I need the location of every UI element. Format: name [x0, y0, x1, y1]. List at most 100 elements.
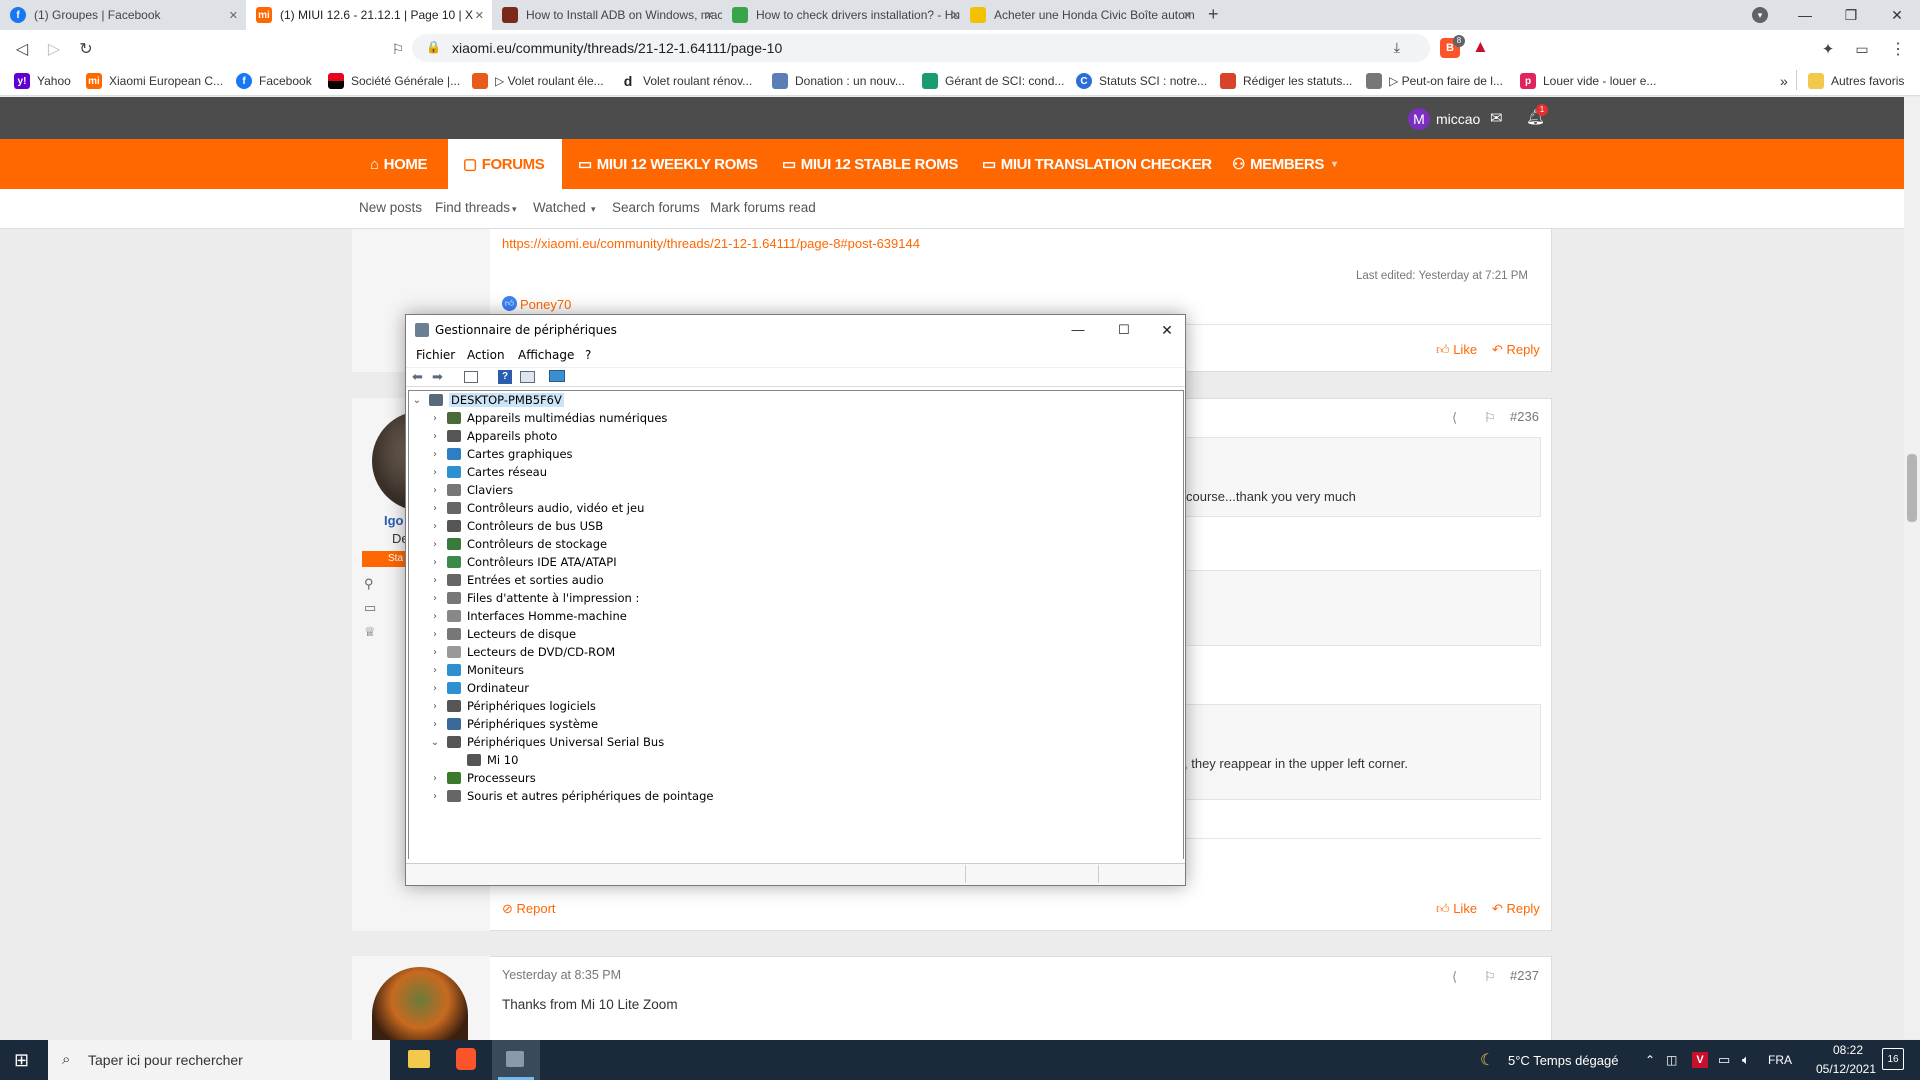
- bookmark-facebook[interactable]: f Facebook: [236, 71, 312, 91]
- minimize-button[interactable]: —: [1782, 0, 1828, 30]
- subnav-find-threads[interactable]: Find threads: [435, 200, 510, 215]
- back-button[interactable]: ◁: [10, 37, 34, 61]
- maximize-button[interactable]: ☐: [1104, 317, 1144, 343]
- notification-center-icon[interactable]: 16: [1882, 1048, 1904, 1070]
- tree-category[interactable]: › Cartes réseau: [429, 463, 547, 481]
- tree-category[interactable]: › Contrôleurs de bus USB: [429, 517, 603, 535]
- maximize-button[interactable]: ❐: [1828, 0, 1874, 30]
- properties-icon[interactable]: [464, 371, 478, 383]
- forward-button[interactable]: ▷: [42, 37, 66, 61]
- tree-category[interactable]: ⌄ Périphériques Universal Serial Bus: [429, 733, 664, 751]
- close-window-button[interactable]: ✕: [1874, 0, 1920, 30]
- tree-category[interactable]: › Lecteurs de disque: [429, 625, 576, 643]
- brave-icon[interactable]: [456, 1048, 476, 1070]
- tab-xiaomi[interactable]: mi (1) MIUI 12.6 - 21.12.1 | Page 10 | X…: [246, 0, 492, 30]
- post-number[interactable]: #237: [1510, 968, 1539, 983]
- tree-category[interactable]: › Appareils multimédias numériques: [429, 409, 667, 427]
- nav-members[interactable]: ⚇ MEMBERS ▾: [1232, 139, 1337, 189]
- back-icon[interactable]: ⬅: [412, 369, 423, 385]
- author-name[interactable]: Igo: [384, 513, 404, 528]
- close-button[interactable]: ✕: [1148, 317, 1186, 343]
- monitor-icon[interactable]: [549, 370, 565, 382]
- reload-button[interactable]: ↻: [74, 37, 98, 61]
- view-icon[interactable]: [520, 371, 535, 383]
- close-icon[interactable]: ✕: [229, 9, 238, 22]
- menu-icon[interactable]: ⋮: [1886, 37, 1910, 61]
- bookmark-donation[interactable]: Donation : un nouv...: [772, 71, 905, 91]
- tree-category[interactable]: › Contrôleurs de stockage: [429, 535, 607, 553]
- tree-category[interactable]: › Files d'attente à l'impression :: [429, 589, 639, 607]
- other-bookmarks[interactable]: Autres favoris: [1808, 71, 1904, 91]
- nav-home[interactable]: ⌂ HOME: [364, 139, 433, 189]
- tree-child-item[interactable]: Mi 10: [449, 751, 518, 769]
- tree-category[interactable]: › Interfaces Homme-machine: [429, 607, 627, 625]
- reply-button[interactable]: ↶ Reply: [1492, 901, 1540, 917]
- new-tab-button[interactable]: +: [1208, 4, 1219, 25]
- bookmark-rediger-statuts[interactable]: Rédiger les statuts...: [1220, 71, 1352, 91]
- tree-category[interactable]: › Souris et autres périphériques de point…: [429, 787, 713, 805]
- tree-category[interactable]: › Cartes graphiques: [429, 445, 573, 463]
- share-icon[interactable]: ⟨: [1452, 969, 1457, 985]
- minimize-button[interactable]: —: [1058, 317, 1098, 343]
- bookmark-gerant-sci[interactable]: Gérant de SCI: cond...: [922, 71, 1064, 91]
- taskbar-search[interactable]: ⌕ Taper ici pour rechercher: [48, 1040, 390, 1080]
- bookmark-icon[interactable]: ⚐: [386, 37, 410, 61]
- bookmark-xiaomi[interactable]: mi Xiaomi European C...: [86, 71, 223, 91]
- bookmark-societe-generale[interactable]: Société Générale |...: [328, 71, 460, 91]
- address-bar[interactable]: 🔒 xiaomi.eu/community/threads/21-12-1.64…: [412, 34, 1430, 62]
- tab-adb[interactable]: How to Install ADB on Windows, mac ✕: [492, 0, 722, 30]
- tree-category[interactable]: › Ordinateur: [429, 679, 529, 697]
- like-button[interactable]: 👍︎ Like: [1436, 342, 1477, 358]
- bookmark-peut-on[interactable]: ▷ Peut-on faire de l...: [1366, 71, 1503, 91]
- bookmarks-overflow-button[interactable]: »: [1780, 71, 1788, 91]
- volume-icon[interactable]: 🔈︎: [1742, 1040, 1750, 1080]
- bookmark-volet-electrique[interactable]: ▷ Volet roulant éle...: [472, 71, 604, 91]
- reaction-user[interactable]: Poney70: [520, 297, 571, 312]
- quoted-post-link[interactable]: https://xiaomi.eu/community/threads/21-1…: [502, 236, 920, 251]
- subnav-watched[interactable]: Watched: [533, 200, 586, 215]
- subnav-mark-read[interactable]: Mark forums read: [710, 200, 816, 215]
- clock-date[interactable]: 05/12/2021: [1806, 1062, 1886, 1076]
- scrollbar-thumb[interactable]: [1907, 454, 1917, 522]
- tree-category[interactable]: › Lecteurs de DVD/CD-ROM: [429, 643, 615, 661]
- bookmark-post-icon[interactable]: ⚐: [1484, 410, 1496, 426]
- tree-category[interactable]: › Appareils photo: [429, 427, 557, 445]
- bookmark-louer-vide[interactable]: p Louer vide - louer e...: [1520, 71, 1656, 91]
- nav-translation-checker[interactable]: ▭ MIUI TRANSLATION CHECKER: [982, 139, 1212, 189]
- menu-affichage[interactable]: Affichage: [518, 348, 574, 362]
- wallet-icon[interactable]: ▭: [1850, 37, 1874, 61]
- brave-rewards-icon[interactable]: ▲: [1472, 37, 1489, 57]
- tree-category[interactable]: › Moniteurs: [429, 661, 524, 679]
- share-icon[interactable]: ⟨: [1452, 410, 1457, 426]
- menu-action[interactable]: Action: [467, 348, 505, 362]
- bookmark-volet-renovation[interactable]: d Volet roulant rénov...: [620, 71, 752, 91]
- tree-category[interactable]: › Contrôleurs audio, vidéo et jeu: [429, 499, 644, 517]
- bookmark-statuts-sci[interactable]: C Statuts SCI : notre...: [1076, 71, 1207, 91]
- forward-icon[interactable]: ➡: [432, 369, 443, 385]
- extensions-icon[interactable]: ✦: [1816, 37, 1840, 61]
- close-icon[interactable]: ✕: [951, 9, 960, 22]
- vivaldi-tray-icon[interactable]: V: [1692, 1052, 1708, 1068]
- device-tree[interactable]: ⌄ DESKTOP-PMB5F6V › Appareils multimédias…: [408, 390, 1184, 859]
- close-icon[interactable]: ✕: [1183, 9, 1192, 22]
- menu-fichier[interactable]: Fichier: [416, 348, 455, 362]
- tree-category[interactable]: › Claviers: [429, 481, 513, 499]
- page-scrollbar[interactable]: [1904, 97, 1920, 1039]
- subnav-new-posts[interactable]: New posts: [359, 200, 422, 215]
- help-icon[interactable]: ?: [498, 370, 512, 384]
- tree-root[interactable]: ⌄ DESKTOP-PMB5F6V: [411, 391, 564, 409]
- post-number[interactable]: #236: [1510, 409, 1539, 424]
- tree-category[interactable]: › Périphériques système: [429, 715, 598, 733]
- tab-honda[interactable]: Acheter une Honda Civic Boîte autom ✕: [960, 0, 1200, 30]
- close-icon[interactable]: ✕: [705, 9, 714, 22]
- reply-button[interactable]: ↶ Reply: [1492, 342, 1540, 358]
- bookmark-post-icon[interactable]: ⚐: [1484, 969, 1496, 985]
- tree-category[interactable]: › Contrôleurs IDE ATA/ATAPI: [429, 553, 617, 571]
- inbox-icon[interactable]: ✉: [1490, 109, 1503, 127]
- tray-icon[interactable]: ◫: [1666, 1040, 1677, 1080]
- nav-miui-stable[interactable]: ▭ MIUI 12 STABLE ROMS: [782, 139, 958, 189]
- file-explorer-icon[interactable]: [408, 1050, 430, 1068]
- tab-facebook[interactable]: f (1) Groupes | Facebook ✕: [0, 0, 246, 30]
- windows-start-icon[interactable]: ⊞: [14, 1040, 29, 1080]
- install-icon[interactable]: ⤓: [1394, 39, 1400, 56]
